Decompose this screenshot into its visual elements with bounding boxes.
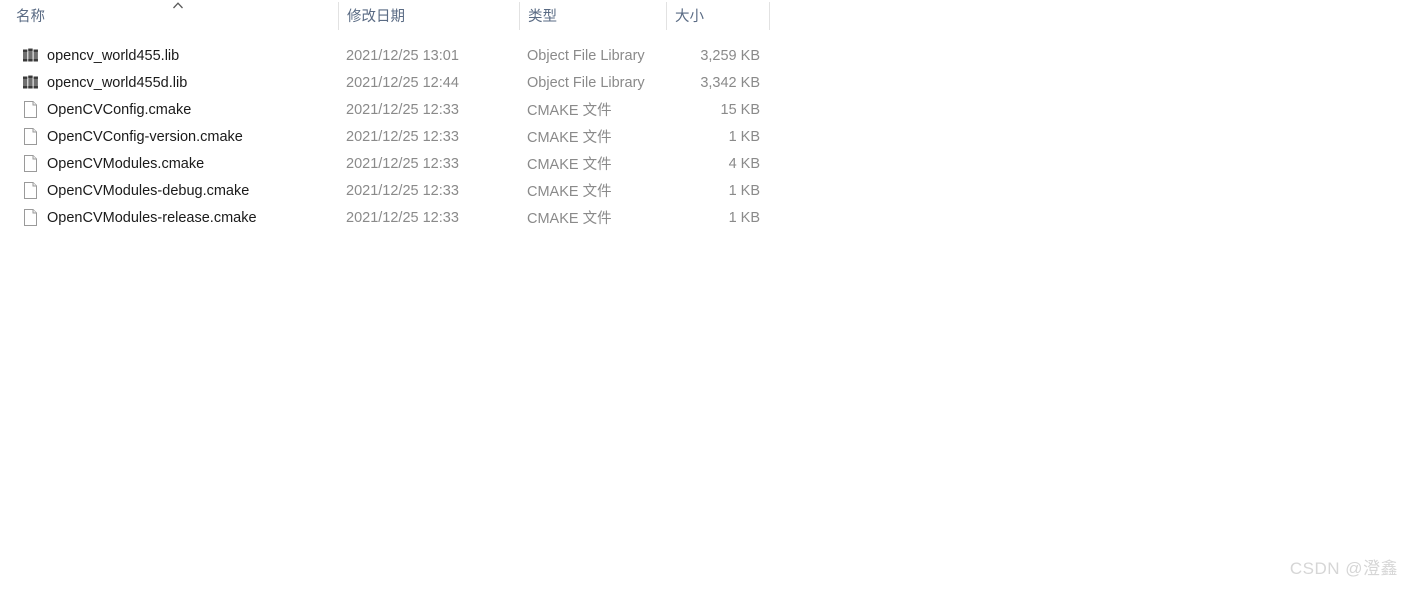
file-type-label: CMAKE 文件: [527, 184, 612, 200]
file-type-cell: CMAKE 文件: [519, 96, 666, 123]
file-type-cell: CMAKE 文件: [519, 204, 666, 231]
file-date-label: 2021/12/25 12:33: [346, 128, 459, 145]
blank-document-icon: [24, 155, 37, 172]
file-date-label: 2021/12/25 12:44: [346, 74, 459, 91]
file-name-cell[interactable]: OpenCVModules-debug.cmake: [0, 177, 338, 204]
blank-document-icon: [24, 128, 37, 145]
file-date-label: 2021/12/25 13:01: [346, 47, 459, 64]
file-row[interactable]: OpenCVConfig-version.cmake 2021/12/25 12:…: [0, 123, 1416, 150]
column-header-name[interactable]: 名称: [0, 0, 338, 31]
file-row[interactable]: opencv_world455.lib 2021/12/25 13:01 Objec…: [0, 42, 1416, 69]
file-row[interactable]: OpenCVModules-release.cmake 2021/12/25 12…: [0, 204, 1416, 231]
file-type-label: Object File Library: [527, 47, 645, 64]
file-type-label: CMAKE 文件: [527, 130, 612, 146]
file-name-cell[interactable]: OpenCVConfig.cmake: [0, 96, 338, 123]
file-row[interactable]: OpenCVModules.cmake 2021/12/25 12:33 CMAKE…: [0, 150, 1416, 177]
file-name-cell[interactable]: opencv_world455d.lib: [0, 69, 338, 96]
file-size-label: 1 KB: [728, 128, 760, 145]
file-size-cell: 1 KB: [666, 204, 769, 231]
file-size-label: 1 KB: [728, 209, 760, 226]
column-header-type-label: 类型: [528, 9, 557, 25]
file-size-cell: 3,342 KB: [666, 69, 769, 96]
file-size-label: 1 KB: [728, 182, 760, 199]
file-type-cell: CMAKE 文件: [519, 177, 666, 204]
column-divider[interactable]: [519, 2, 520, 30]
blank-document-icon: [24, 101, 37, 118]
file-date-label: 2021/12/25 12:33: [346, 101, 459, 118]
file-name-label: opencv_world455.lib: [47, 47, 180, 64]
file-name-label: OpenCVModules-debug.cmake: [47, 182, 250, 199]
file-name-cell[interactable]: OpenCVModules-release.cmake: [0, 204, 338, 231]
file-date-cell: 2021/12/25 12:33: [338, 96, 519, 123]
file-type-label: Object File Library: [527, 74, 645, 91]
file-date-label: 2021/12/25 12:33: [346, 182, 459, 199]
file-size-cell: 15 KB: [666, 96, 769, 123]
file-type-label: CMAKE 文件: [527, 157, 612, 173]
file-name-label: OpenCVConfig.cmake: [47, 101, 192, 118]
column-header-type[interactable]: 类型: [519, 0, 666, 31]
library-file-icon: [23, 48, 38, 62]
file-size-label: 4 KB: [728, 155, 760, 172]
column-divider[interactable]: [769, 2, 770, 30]
column-header-date-modified-label: 修改日期: [347, 9, 405, 25]
file-list-column-header: 名称 修改日期 类型 大小: [0, 0, 1416, 31]
blank-document-icon: [24, 182, 37, 199]
file-date-cell: 2021/12/25 12:33: [338, 204, 519, 231]
file-row[interactable]: opencv_world455d.lib 2021/12/25 12:44 Obje…: [0, 69, 1416, 96]
file-type-label: CMAKE 文件: [527, 211, 612, 227]
file-size-label: 3,342 KB: [700, 74, 760, 91]
file-date-label: 2021/12/25 12:33: [346, 209, 459, 226]
file-name-label: opencv_world455d.lib: [47, 74, 188, 91]
blank-document-icon: [24, 209, 37, 226]
file-size-cell: 4 KB: [666, 150, 769, 177]
csdn-watermark: CSDN @澄鑫: [1289, 559, 1398, 578]
file-name-cell[interactable]: OpenCVConfig-version.cmake: [0, 123, 338, 150]
library-file-icon: [23, 75, 38, 89]
file-size-label: 3,259 KB: [700, 47, 760, 64]
file-name-label: OpenCVModules.cmake: [47, 155, 205, 172]
file-row[interactable]: OpenCVModules-debug.cmake 2021/12/25 12:3…: [0, 177, 1416, 204]
file-name-label: OpenCVModules-release.cmake: [47, 209, 257, 226]
file-name-cell[interactable]: OpenCVModules.cmake: [0, 150, 338, 177]
file-date-cell: 2021/12/25 13:01: [338, 42, 519, 69]
file-row[interactable]: OpenCVConfig.cmake 2021/12/25 12:33 CMAKE …: [0, 96, 1416, 123]
column-header-name-label: 名称: [16, 9, 45, 25]
file-date-label: 2021/12/25 12:33: [346, 155, 459, 172]
file-date-cell: 2021/12/25 12:44: [338, 69, 519, 96]
file-type-cell: Object File Library: [519, 69, 666, 96]
file-date-cell: 2021/12/25 12:33: [338, 123, 519, 150]
file-size-label: 15 KB: [720, 101, 761, 118]
file-size-cell: 3,259 KB: [666, 42, 769, 69]
column-divider[interactable]: [338, 2, 339, 30]
column-divider[interactable]: [666, 2, 667, 30]
file-date-cell: 2021/12/25 12:33: [338, 150, 519, 177]
column-header-date-modified[interactable]: 修改日期: [338, 0, 519, 31]
file-name-cell[interactable]: opencv_world455.lib: [0, 42, 338, 69]
column-header-size[interactable]: 大小: [666, 0, 769, 31]
file-name-label: OpenCVConfig-version.cmake: [47, 128, 243, 145]
file-size-cell: 1 KB: [666, 123, 769, 150]
file-list: opencv_world455.lib 2021/12/25 13:01 Objec…: [0, 42, 1416, 231]
file-type-cell: CMAKE 文件: [519, 150, 666, 177]
file-type-label: CMAKE 文件: [527, 103, 612, 119]
file-type-cell: Object File Library: [519, 42, 666, 69]
file-type-cell: CMAKE 文件: [519, 123, 666, 150]
file-size-cell: 1 KB: [666, 177, 769, 204]
file-date-cell: 2021/12/25 12:33: [338, 177, 519, 204]
column-header-size-label: 大小: [675, 9, 704, 25]
